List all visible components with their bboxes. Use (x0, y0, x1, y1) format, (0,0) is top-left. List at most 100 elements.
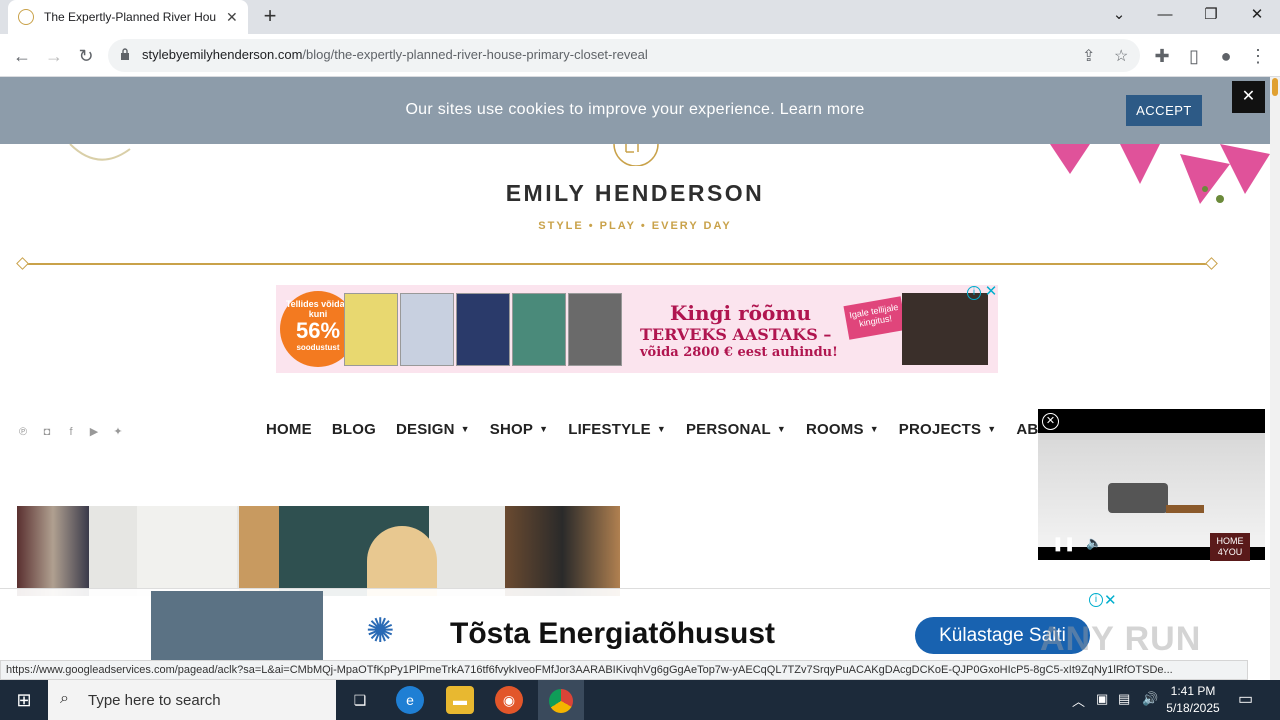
ad-close-icon[interactable]: ✕ (1104, 591, 1117, 609)
url-text: stylebyemilyhenderson.com/blog/the-exper… (142, 47, 648, 62)
nav-item-label: DESIGN (395, 421, 455, 438)
address-bar[interactable]: stylebyemilyhenderson.com/blog/the-exper… (108, 39, 1140, 72)
ad-logo-icon: ✺ (366, 612, 395, 650)
mute-icon[interactable]: 🔈 (1086, 535, 1102, 551)
active-tab[interactable]: The Expertly-Planned River Hou ✕ (8, 0, 248, 34)
close-window-button[interactable]: ✕ (1234, 0, 1280, 30)
video-ad-player[interactable]: HOME 4YOU ✕ ❚❚ 🔈 (1038, 409, 1265, 561)
site-brand-title[interactable]: EMILY HENDERSON (0, 180, 1270, 207)
dropdown-caret-icon: ▼ (539, 424, 549, 434)
minimize-button[interactable]: — (1142, 0, 1188, 30)
cookie-banner: Our sites use cookies to improve your ex… (0, 77, 1270, 144)
nav-item-home[interactable]: HOME (266, 421, 312, 441)
new-tab-button[interactable]: + (258, 4, 282, 28)
watermark: ANY RUN (1040, 620, 1202, 658)
ad-info-icon[interactable]: i (967, 286, 981, 300)
taskbar-search-box[interactable]: ⌕ Type here to search (48, 680, 336, 720)
nav-item-label: PROJECTS (898, 421, 982, 438)
restore-button[interactable]: ❐ (1188, 0, 1234, 30)
search-icon: ⌕ (60, 690, 69, 707)
scrollbar-thumb[interactable] (1272, 78, 1278, 96)
sofa-image (1108, 483, 1168, 513)
ad-subheadline: TERVEKS AASTAKS – (640, 325, 832, 344)
clock[interactable]: 1:41 PM 5/18/2025 (1158, 683, 1228, 717)
forward-arrow-icon[interactable]: → (40, 42, 68, 70)
side-panel-icon[interactable]: ▯ (1180, 42, 1208, 70)
magazine-cover (456, 293, 510, 366)
firefox-icon[interactable]: ◉ (495, 686, 523, 714)
learn-more-link[interactable]: Learn more (780, 101, 865, 118)
magazine-cover (568, 293, 622, 366)
nav-item-label: PERSONAL (685, 421, 771, 438)
back-arrow-icon[interactable]: ← (8, 42, 36, 70)
windows-start-icon[interactable]: ⊞ (0, 680, 48, 720)
clothes-rack-image (17, 506, 89, 596)
ad-info-icon[interactable]: i (1089, 593, 1103, 607)
nav-item-design[interactable]: DESIGN ▼ (396, 421, 470, 441)
ad-close-icon[interactable]: ✕ (984, 284, 998, 300)
ad-headline: Tõsta Energiatõhusust (450, 617, 776, 650)
cookie-close-button[interactable]: ✕ (1232, 81, 1265, 113)
video-frame: HOME 4YOU (1038, 433, 1265, 561)
browser-toolbar: ← → ↻ stylebyemilyhenderson.com/blog/the… (0, 34, 1280, 77)
chrome-icon[interactable] (538, 680, 584, 720)
magazine-cover (344, 293, 398, 366)
youtube-icon[interactable]: ▶ (87, 425, 101, 439)
file-explorer-icon[interactable]: ▬ (446, 686, 474, 714)
profile-avatar-icon[interactable]: ● (1212, 42, 1240, 70)
page-scrollbar[interactable] (1270, 77, 1280, 680)
ad-prize-text: võida 2800 € eest auhindu! (640, 345, 838, 360)
nav-item-projects[interactable]: PROJECTS ▼ (899, 421, 997, 441)
nav-item-label: ROOMS (806, 421, 864, 438)
nav-item-label: SHOP (489, 421, 534, 438)
link-status-bubble: https://www.googleadservices.com/pagead/… (0, 660, 1248, 680)
advertiser-logo: HOME 4YOU (1210, 533, 1250, 561)
magazine-cover (400, 293, 454, 366)
dropdown-caret-icon: ▼ (656, 424, 666, 434)
twitter-icon[interactable]: ✦ (111, 425, 125, 439)
wood-panel-image (239, 506, 279, 596)
dropdown-caret-icon: ▼ (460, 424, 470, 434)
nav-item-ab[interactable]: AB (1016, 421, 1038, 441)
closet-hero-photo[interactable] (17, 506, 620, 596)
nav-item-label: BLOG (331, 421, 376, 438)
extensions-icon[interactable]: ✚ (1148, 42, 1176, 70)
magazine-cover (512, 293, 566, 366)
dropdown-caret-icon: ▼ (987, 424, 997, 434)
magazine-ad-banner[interactable]: Tellides võidad kuni 56% soodustust King… (276, 285, 998, 373)
pause-icon[interactable]: ❚❚ (1052, 535, 1075, 552)
pinterest-icon[interactable]: ℗ (16, 425, 30, 439)
nav-item-personal[interactable]: PERSONAL ▼ (686, 421, 786, 441)
notifications-icon[interactable]: ▭ (1238, 689, 1253, 709)
close-tab-icon[interactable]: ✕ (226, 9, 238, 26)
ad-book-image (902, 293, 988, 365)
nav-item-label: AB (1016, 421, 1039, 438)
instagram-icon[interactable]: ◘ (40, 425, 54, 439)
nav-item-lifestyle[interactable]: LIFESTYLE ▼ (568, 421, 666, 441)
tray-device-icon[interactable]: ▣ (1096, 691, 1108, 707)
lock-icon (121, 48, 129, 60)
tab-search-icon[interactable]: ⌄ (1096, 0, 1142, 30)
network-icon[interactable]: ▤ (1118, 691, 1130, 707)
monogram-logo (613, 144, 659, 166)
bookmark-star-icon[interactable]: ☆ (1114, 46, 1128, 66)
nav-item-shop[interactable]: SHOP ▼ (490, 421, 548, 441)
ad-gift-tag: Igale tellijale kingitus! (843, 296, 907, 340)
edge-browser-icon[interactable]: e (396, 686, 424, 714)
volume-icon[interactable]: 🔊 (1142, 691, 1158, 707)
accept-cookies-button[interactable]: ACCEPT (1126, 95, 1202, 126)
menu-kebab-icon[interactable]: ⋮ (1244, 42, 1272, 70)
nav-item-blog[interactable]: BLOG (332, 421, 376, 441)
facebook-icon[interactable]: f (64, 425, 78, 439)
ad-aerial-image (151, 591, 323, 661)
video-close-icon[interactable]: ✕ (1042, 413, 1059, 430)
task-view-icon[interactable]: ❏ (346, 686, 374, 714)
reload-icon[interactable]: ↻ (72, 42, 100, 70)
wall-art-image (137, 506, 237, 596)
share-icon[interactable]: ⇪ (1082, 46, 1095, 66)
dropdown-caret-icon: ▼ (776, 424, 787, 434)
nav-item-rooms[interactable]: ROOMS ▼ (806, 421, 879, 441)
nav-item-label: LIFESTYLE (568, 421, 651, 438)
site-tagline: STYLE • PLAY • EVERY DAY (538, 220, 732, 232)
tray-chevron-icon[interactable]: ︿ (1072, 691, 1085, 710)
